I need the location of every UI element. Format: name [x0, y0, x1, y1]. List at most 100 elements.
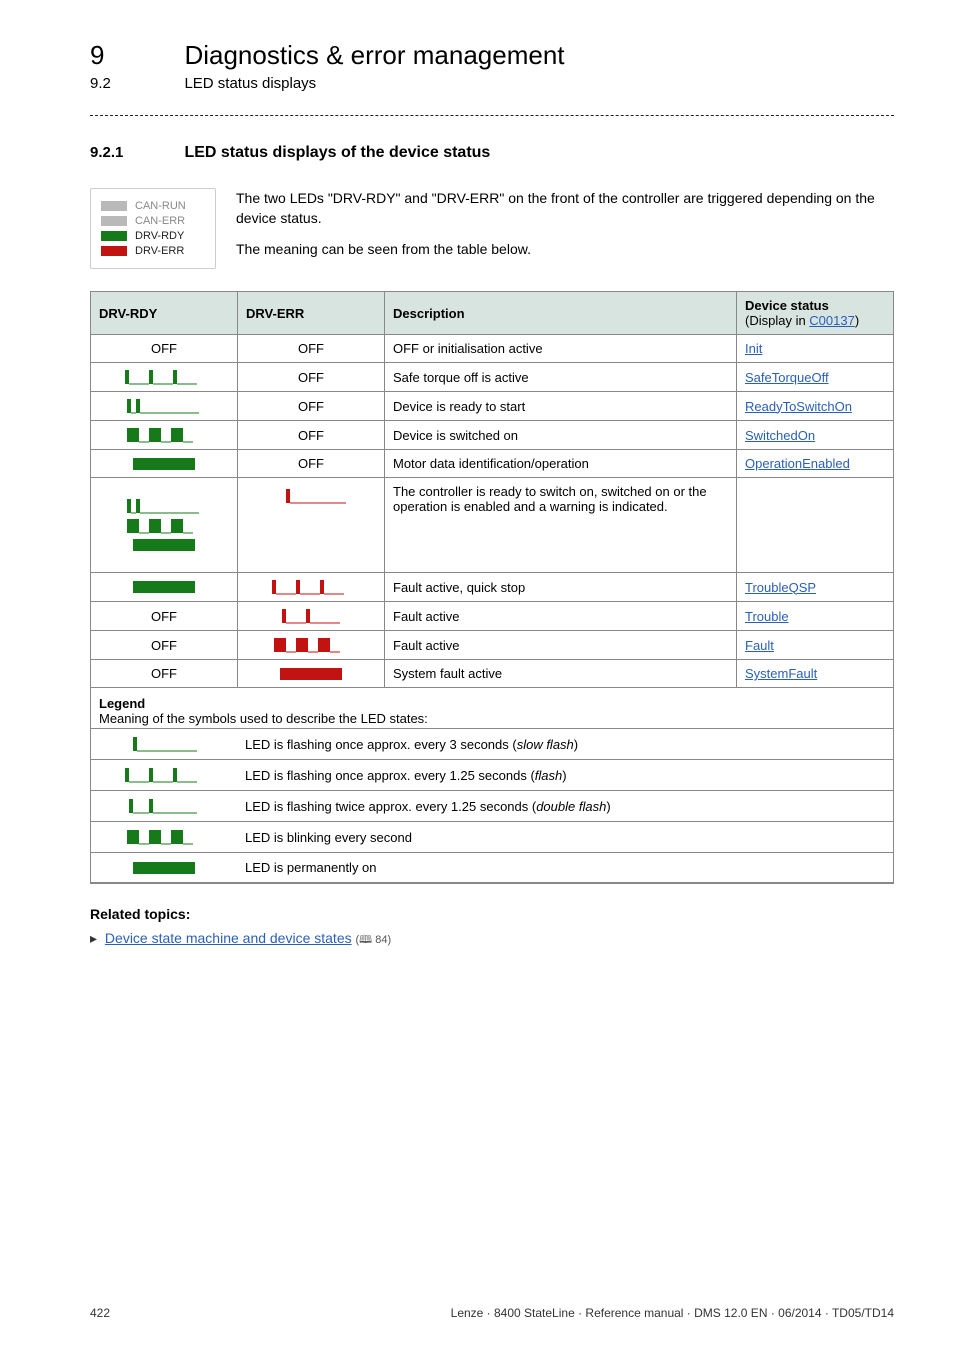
- cell-rdy: [91, 392, 238, 421]
- cell-rdy: [91, 450, 238, 478]
- swatch-icon: [101, 246, 127, 256]
- legend-icon-cell: [91, 729, 237, 760]
- cell-rdy: OFF: [91, 335, 238, 363]
- led-pattern-icon: [119, 518, 209, 534]
- led-pattern-icon: [119, 498, 209, 514]
- table-row: OFF Device is ready to start ReadyToSwit…: [91, 392, 894, 421]
- chapter-row: 9 Diagnostics & error management: [90, 40, 894, 71]
- led-legend-box: CAN-RUN CAN-ERR DRV-RDY DRV-ERR: [90, 188, 216, 269]
- legend-text: LED is blinking every second: [237, 822, 893, 853]
- cell-desc: System fault active: [385, 660, 737, 688]
- cell-desc: Motor data identification/operation: [385, 450, 737, 478]
- page-ref: (🕮 84): [356, 934, 392, 946]
- swatch-icon: [101, 201, 127, 211]
- status-link[interactable]: ReadyToSwitchOn: [745, 399, 852, 414]
- led-pattern-icon: [119, 369, 209, 385]
- cell-desc: Safe torque off is active: [385, 363, 737, 392]
- legend-icon-cell: [91, 822, 237, 853]
- legend-label: DRV-RDY: [135, 230, 184, 242]
- th-status-text: Device status: [745, 298, 829, 313]
- cell-err: OFF: [238, 335, 385, 363]
- table-row: OFF Motor data identification/operation …: [91, 450, 894, 478]
- led-pattern-icon: [119, 457, 209, 471]
- page-footer: 422 Lenze · 8400 StateLine · Reference m…: [90, 1306, 894, 1320]
- cell-status: Fault: [737, 631, 894, 660]
- status-link[interactable]: Fault: [745, 638, 774, 653]
- cell-desc: OFF or initialisation active: [385, 335, 737, 363]
- table-row: OFF System fault active SystemFault: [91, 660, 894, 688]
- legend-drv-err: DRV-ERR: [101, 245, 201, 257]
- legend-title: Legend: [99, 696, 145, 711]
- cell-desc: Device is ready to start: [385, 392, 737, 421]
- led-pattern-icon: [119, 538, 209, 552]
- section-row: 9.2 LED status displays: [90, 75, 894, 93]
- led-pattern-icon: [119, 398, 209, 414]
- divider: [90, 115, 894, 116]
- th-drv-rdy: DRV-RDY: [91, 292, 238, 335]
- legend-row: LED is blinking every second: [91, 822, 893, 853]
- subsection-number: 9.2.1: [90, 144, 180, 161]
- legend-icon-cell: [91, 791, 237, 822]
- section-title: LED status displays: [184, 75, 316, 92]
- cell-status: Trouble: [737, 602, 894, 631]
- legend-label: CAN-ERR: [135, 215, 185, 227]
- status-link[interactable]: Trouble: [745, 609, 789, 624]
- cell-rdy: [91, 363, 238, 392]
- swatch-icon: [101, 216, 127, 226]
- related-topics: Related topics: ▸ Device state machine a…: [90, 906, 894, 950]
- cell-err: [238, 660, 385, 688]
- cell-err: OFF: [238, 450, 385, 478]
- cell-err: OFF: [238, 363, 385, 392]
- table-row: OFF Fault active Fault: [91, 631, 894, 660]
- swatch-icon: [101, 231, 127, 241]
- cell-desc: The controller is ready to switch on, sw…: [385, 478, 737, 573]
- subsection-title: LED status displays of the device status: [184, 144, 490, 162]
- cell-desc: Fault active: [385, 602, 737, 631]
- cell-desc: Fault active, quick stop: [385, 573, 737, 602]
- legend-can-run: CAN-RUN: [101, 200, 201, 212]
- table-row: OFF OFF OFF or initialisation active Ini…: [91, 335, 894, 363]
- status-link[interactable]: SystemFault: [745, 666, 817, 681]
- cell-status: TroubleQSP: [737, 573, 894, 602]
- legend-row: LED is permanently on: [91, 853, 893, 883]
- intro-p1: The two LEDs "DRV-RDY" and "DRV-ERR" on …: [236, 188, 894, 229]
- cell-status: SystemFault: [737, 660, 894, 688]
- cell-err: [238, 631, 385, 660]
- led-pattern-icon: [119, 580, 209, 594]
- th-description: Description: [385, 292, 737, 335]
- cell-err: [238, 573, 385, 602]
- legend-text: LED is flashing once approx. every 3 sec…: [237, 729, 893, 760]
- page-number: 422: [90, 1306, 110, 1320]
- table-row: OFF Safe torque off is active SafeTorque…: [91, 363, 894, 392]
- legend-text: LED is flashing twice approx. every 1.25…: [237, 791, 893, 822]
- cell-desc: Device is switched on: [385, 421, 737, 450]
- legend-row: LED is flashing once approx. every 1.25 …: [91, 760, 893, 791]
- status-link[interactable]: SafeTorqueOff: [745, 370, 829, 385]
- legend-drv-rdy: DRV-RDY: [101, 230, 201, 242]
- code-link[interactable]: C00137: [809, 313, 855, 328]
- cell-rdy: [91, 573, 238, 602]
- status-link[interactable]: SwitchedOn: [745, 428, 815, 443]
- table-row: Fault active, quick stop TroubleQSP: [91, 573, 894, 602]
- chapter-number: 9: [90, 40, 180, 71]
- status-link[interactable]: OperationEnabled: [745, 456, 850, 471]
- cell-rdy: OFF: [91, 631, 238, 660]
- section-number: 9.2: [90, 75, 180, 92]
- arrow-icon: ▸: [90, 930, 97, 946]
- related-link[interactable]: Device state machine and device states: [105, 930, 352, 946]
- led-pattern-icon: [119, 829, 209, 845]
- cell-err: [238, 478, 385, 573]
- legend-section: Legend Meaning of the symbols used to de…: [90, 688, 894, 884]
- legend-label: CAN-RUN: [135, 200, 186, 212]
- led-pattern-icon: [266, 667, 356, 681]
- subsection-921: 9.2.1 LED status displays of the device …: [90, 144, 894, 162]
- status-link[interactable]: TroubleQSP: [745, 580, 816, 595]
- legend-text: LED is flashing once approx. every 1.25 …: [237, 760, 893, 791]
- th-drv-err: DRV-ERR: [238, 292, 385, 335]
- led-pattern-icon: [266, 488, 356, 504]
- led-pattern-icon: [266, 608, 356, 624]
- intro-text: The two LEDs "DRV-RDY" and "DRV-ERR" on …: [236, 188, 894, 269]
- chapter-title: Diagnostics & error management: [184, 40, 564, 71]
- status-link[interactable]: Init: [745, 341, 762, 356]
- cell-status: [737, 478, 894, 573]
